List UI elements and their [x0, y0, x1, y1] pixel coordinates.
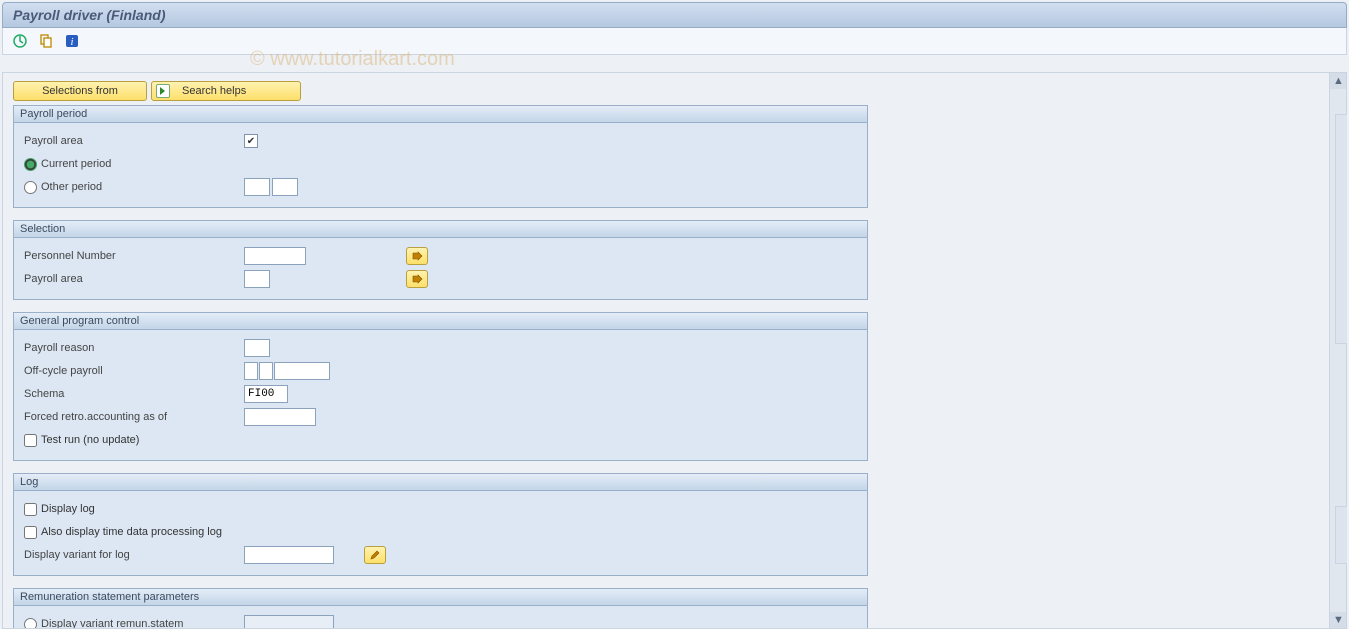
payroll-reason-field[interactable] [244, 339, 270, 357]
right-edge-grip-bottom [1335, 506, 1347, 564]
off-cycle-field-1[interactable] [244, 362, 258, 380]
forced-retro-label: Forced retro.accounting as of [24, 411, 244, 423]
also-display-time-row[interactable]: Also display time data processing log [24, 526, 222, 539]
schema-label: Schema [24, 388, 244, 400]
info-icon[interactable]: i [63, 32, 81, 50]
schema-field[interactable] [244, 385, 288, 403]
variants-icon[interactable] [37, 32, 55, 50]
off-cycle-field-3[interactable] [274, 362, 330, 380]
group-title: General program control [14, 313, 867, 330]
current-period-label: Current period [41, 158, 111, 170]
selections-from-button[interactable]: Selections from [13, 81, 147, 101]
svg-text:i: i [70, 36, 73, 48]
also-display-time-checkbox[interactable] [24, 526, 37, 539]
display-variant-log-label: Display variant for log [24, 549, 244, 561]
right-edge-grip-top [1335, 114, 1347, 344]
display-variant-remun-field [244, 615, 334, 629]
other-period-field-1[interactable] [244, 178, 270, 196]
current-period-radio-row[interactable]: Current period [24, 158, 244, 171]
group-selection: Selection Personnel Number Payroll area [13, 220, 868, 300]
other-period-label: Other period [41, 181, 102, 193]
scroll-up-icon[interactable]: ▲ [1330, 73, 1347, 89]
payroll-area-check-icon[interactable]: ✔ [244, 134, 258, 148]
current-period-radio[interactable] [24, 158, 37, 171]
page-title-bar: Payroll driver (Finland) [2, 2, 1347, 28]
content-area: Selections from Search helps Payroll per… [2, 72, 1347, 629]
payroll-area-more-button[interactable] [406, 270, 428, 288]
display-variant-log-field[interactable] [244, 546, 334, 564]
display-variant-log-edit-button[interactable] [364, 546, 386, 564]
other-period-radio[interactable] [24, 181, 37, 194]
test-run-row[interactable]: Test run (no update) [24, 434, 139, 447]
display-variant-remun-radio[interactable] [24, 618, 37, 629]
group-title: Payroll period [14, 106, 867, 123]
group-remuneration: Remuneration statement parameters Displa… [13, 588, 868, 629]
payroll-reason-label: Payroll reason [24, 342, 244, 354]
group-title: Remuneration statement parameters [14, 589, 867, 606]
scroll-down-icon[interactable]: ▼ [1330, 612, 1347, 628]
off-cycle-field-2[interactable] [259, 362, 273, 380]
other-period-field-2[interactable] [272, 178, 298, 196]
payroll-area-label: Payroll area [24, 135, 244, 147]
forced-retro-field[interactable] [244, 408, 316, 426]
group-title: Selection [14, 221, 867, 238]
search-helps-button[interactable]: Search helps [151, 81, 301, 101]
group-log: Log Display log Also display time data p… [13, 473, 868, 576]
display-variant-remun-row[interactable]: Display variant remun.statem [24, 618, 244, 629]
payroll-area-sel-field[interactable] [244, 270, 270, 288]
arrow-right-icon [156, 84, 170, 98]
off-cycle-label: Off-cycle payroll [24, 365, 244, 377]
main-toolbar: i [2, 28, 1347, 55]
test-run-label: Test run (no update) [41, 434, 139, 446]
also-display-time-label: Also display time data processing log [41, 526, 222, 538]
display-log-row[interactable]: Display log [24, 503, 95, 516]
pencil-icon [369, 549, 381, 561]
payroll-area-sel-label: Payroll area [24, 273, 244, 285]
personnel-number-field[interactable] [244, 247, 306, 265]
display-log-checkbox[interactable] [24, 503, 37, 516]
personnel-number-more-button[interactable] [406, 247, 428, 265]
search-helps-label: Search helps [176, 85, 252, 97]
page-title: Payroll driver (Finland) [13, 7, 1336, 23]
arrow-right-icon [411, 251, 423, 261]
test-run-checkbox[interactable] [24, 434, 37, 447]
display-log-label: Display log [41, 503, 95, 515]
other-period-radio-row[interactable]: Other period [24, 181, 244, 194]
display-variant-remun-label: Display variant remun.statem [41, 618, 183, 629]
group-payroll-period: Payroll period Payroll area ✔ Current pe… [13, 105, 868, 208]
arrow-right-icon [411, 274, 423, 284]
personnel-number-label: Personnel Number [24, 250, 244, 262]
group-general-program-control: General program control Payroll reason O… [13, 312, 868, 461]
top-button-row: Selections from Search helps [13, 81, 1336, 101]
selections-from-label: Selections from [30, 85, 130, 97]
group-title: Log [14, 474, 867, 491]
execute-icon[interactable] [11, 32, 29, 50]
